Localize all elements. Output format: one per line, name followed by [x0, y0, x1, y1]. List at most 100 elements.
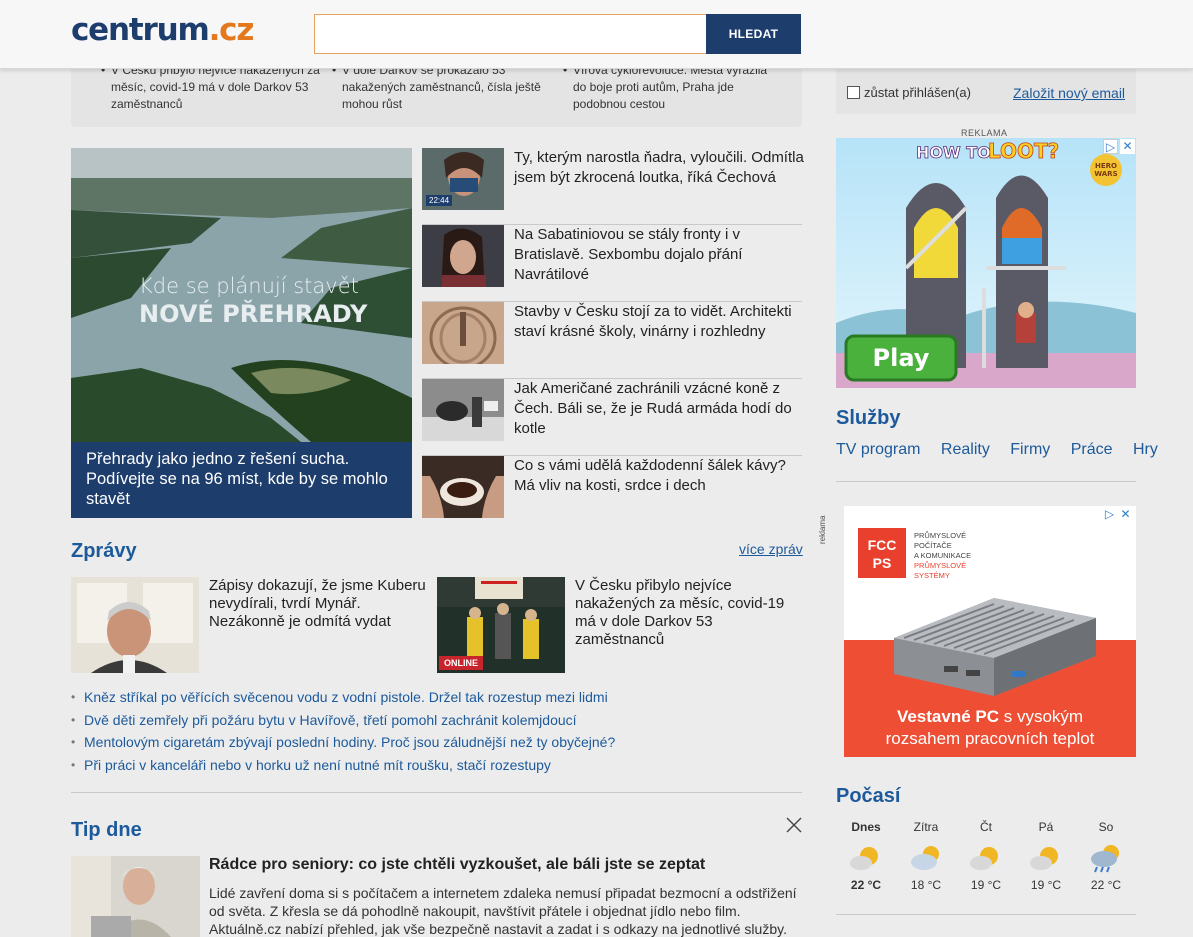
side-article[interactable]: Co s vámi udělá každodenní šálek kávy? M… — [422, 456, 802, 533]
rain-icon — [1091, 845, 1119, 873]
pc-ad-art: FCC PS PRŮMYSLOVÉ POČÍTAČE A KOMUNIKACE … — [844, 506, 1136, 757]
article-thumbnail — [422, 379, 504, 441]
service-link[interactable]: Reality — [941, 441, 1006, 458]
online-badge: ONLINE — [439, 656, 484, 670]
ad2-tag-5: SYSTÉMY — [914, 571, 950, 580]
stay-logged-checkbox[interactable] — [847, 86, 860, 99]
service-link[interactable]: Práce — [1071, 441, 1129, 458]
login-box: zůstat přihlášen(a) Založit nový email — [836, 66, 1136, 114]
news-link[interactable]: Kněz stříkal po věřících svěcenou vodu z… — [71, 688, 801, 711]
top-strip-item[interactable]: V Česku přibylo nejvíce nakažených za mě… — [101, 62, 321, 113]
weather-title: Počasí — [836, 785, 901, 807]
article-thumbnail — [422, 225, 504, 287]
news-featured-title[interactable]: V Česku přibylo nejvíce nakažených za mě… — [575, 577, 801, 649]
game-ad-art: Play HOW TO LOOT? HERO WARS — [836, 138, 1136, 388]
search-button[interactable]: HLEDAT — [706, 14, 801, 54]
ad-label: REKLAMA — [961, 128, 1008, 138]
weather-temp: 22 °C — [1090, 878, 1122, 892]
ad2-tag-2: POČÍTAČE — [914, 541, 952, 550]
logo-part1: centrum — [71, 12, 210, 48]
ad-headline-2: LOOT? — [988, 139, 1059, 163]
services-links: TV program Reality Firmy Práce Hry — [836, 441, 1174, 459]
weather-temp: 18 °C — [910, 878, 942, 892]
news-link[interactable]: Mentolovým cigaretám zbývají poslední ho… — [71, 733, 801, 756]
ad2-line1-rest: s vysokým — [999, 707, 1083, 726]
article-thumbnail — [422, 456, 504, 518]
article-title: Na Sabatiniovou se stály fronty i v Brat… — [514, 226, 743, 283]
hero-overlay-line1: Kde se plánují stavět — [139, 274, 359, 298]
partly-sunny-icon — [850, 847, 878, 870]
adchoices-icon[interactable]: ▷ — [1103, 139, 1118, 154]
article-title: Co s vámi udělá každodenní šálek kávy? M… — [514, 457, 786, 494]
ad-play-text: Play — [873, 344, 930, 372]
article-thumbnail: 22:44 — [422, 148, 504, 210]
top-strip-item[interactable]: V dole Darkov se prokázalo 53 nakažených… — [332, 62, 552, 113]
news-link[interactable]: Při práci v kanceláři nebo v horku už ne… — [71, 756, 801, 779]
svg-text:Vestavné PC s vysokým: Vestavné PC s vysokým — [897, 707, 1083, 726]
weather-day: Zítra — [913, 820, 939, 834]
news-section-title: Zprávy — [71, 540, 137, 562]
pc-ad[interactable]: FCC PS PRŮMYSLOVÉ POČÍTAČE A KOMUNIKACE … — [844, 506, 1136, 757]
game-ad[interactable]: Play HOW TO LOOT? HERO WARS ▷ ✕ — [836, 138, 1136, 388]
new-email-link[interactable]: Založit nový email — [1013, 85, 1125, 101]
weather-temp: 22 °C — [850, 878, 882, 892]
side-article[interactable]: Stavby v Česku stojí za to vidět. Archit… — [422, 302, 802, 379]
more-news-link[interactable]: více zpráv — [739, 541, 803, 557]
services-title: Služby — [836, 407, 901, 429]
divider — [836, 481, 1136, 482]
ad-headline-1: HOW TO — [916, 143, 991, 162]
article-thumbnail — [422, 302, 504, 364]
hero-overlay-line2: NOVÉ PŘEHRADY — [139, 300, 368, 328]
article-title: Stavby v Česku stojí za to vidět. Archit… — [514, 303, 792, 340]
search-input[interactable] — [314, 14, 707, 54]
hero-article[interactable]: Kde se plánují stavět NOVÉ PŘEHRADY Přeh… — [71, 148, 412, 518]
weather-temp: 19 °C — [1030, 878, 1062, 892]
ad-brand-1: HERO — [1095, 162, 1117, 170]
top-strip-item[interactable]: Vírová cyklorevoluce. Města vyrazila do … — [563, 62, 783, 113]
tip-section-title: Tip dne — [71, 819, 142, 841]
news-featured-title[interactable]: Zápisy dokazují, že jsme Kuberu nevydíra… — [209, 577, 437, 631]
partly-sunny-icon — [970, 847, 998, 870]
site-header: centrum.cz HLEDAT — [0, 0, 1193, 69]
partly-sunny-icon — [1030, 847, 1058, 870]
ad-brand-2: WARS — [1094, 170, 1117, 178]
ad2-logo-top: FCC — [868, 537, 897, 553]
service-link[interactable]: TV program — [836, 441, 936, 458]
adchoices-icon[interactable]: ▷ — [1102, 507, 1117, 522]
divider — [836, 914, 1136, 915]
news-links-list: Kněz stříkal po věřících svěcenou vodu z… — [71, 688, 801, 778]
tip-text: Lidé zavření doma si s počítačem a inter… — [209, 885, 797, 937]
weather-day: Dnes — [851, 820, 881, 834]
ad2-logo-bottom: PS — [873, 555, 892, 571]
weather-day: Pá — [1038, 820, 1054, 834]
weather-day: So — [1098, 820, 1114, 834]
news-link[interactable]: Dvě děti zemřely při požáru bytu v Havíř… — [71, 711, 801, 734]
ad2-line1-bold: Vestavné PC — [897, 707, 999, 726]
site-logo[interactable]: centrum.cz — [71, 12, 255, 48]
ad2-tag-1: PRŮMYSLOVÉ — [914, 531, 966, 540]
stay-logged-label[interactable]: zůstat přihlášen(a) — [864, 85, 971, 100]
article-title: Jak Američané zachránili vzácné koně z Č… — [514, 380, 792, 437]
ad-close-icon[interactable]: ✕ — [1118, 507, 1133, 522]
side-article[interactable]: 22:44 Ty, kterým narostla ňadra, vylouči… — [422, 148, 804, 225]
hero-caption: Přehrady jako jedno z řešení sucha. Podí… — [71, 442, 412, 518]
ad-close-icon[interactable]: ✕ — [1120, 139, 1135, 154]
weather-temp: 19 °C — [970, 878, 1002, 892]
logo-part2: .cz — [208, 12, 255, 48]
service-link[interactable]: Firmy — [1010, 441, 1066, 458]
ad2-tag-3: A KOMUNIKACE — [914, 551, 971, 560]
cloudy-sunny-icon — [911, 846, 939, 870]
side-article[interactable]: Jak Američané zachránili vzácné koně z Č… — [422, 379, 802, 456]
news-thumbnail[interactable]: ONLINE — [437, 577, 565, 673]
weather-day: Čt — [980, 820, 992, 834]
ad2-line2: rozsahem pracovních teplot — [886, 729, 1095, 748]
divider — [71, 792, 802, 793]
close-icon[interactable] — [786, 817, 802, 833]
video-duration-badge: 22:44 — [426, 195, 453, 206]
tip-headline[interactable]: Rádce pro seniory: co jste chtěli vyzkou… — [209, 856, 705, 874]
side-article[interactable]: Na Sabatiniovou se stály fronty i v Brat… — [422, 225, 802, 302]
service-link[interactable]: Hry — [1133, 441, 1174, 458]
tip-thumbnail[interactable] — [71, 856, 200, 937]
news-thumbnail[interactable] — [71, 577, 199, 673]
article-title: Ty, kterým narostla ňadra, vyloučili. Od… — [514, 149, 804, 186]
